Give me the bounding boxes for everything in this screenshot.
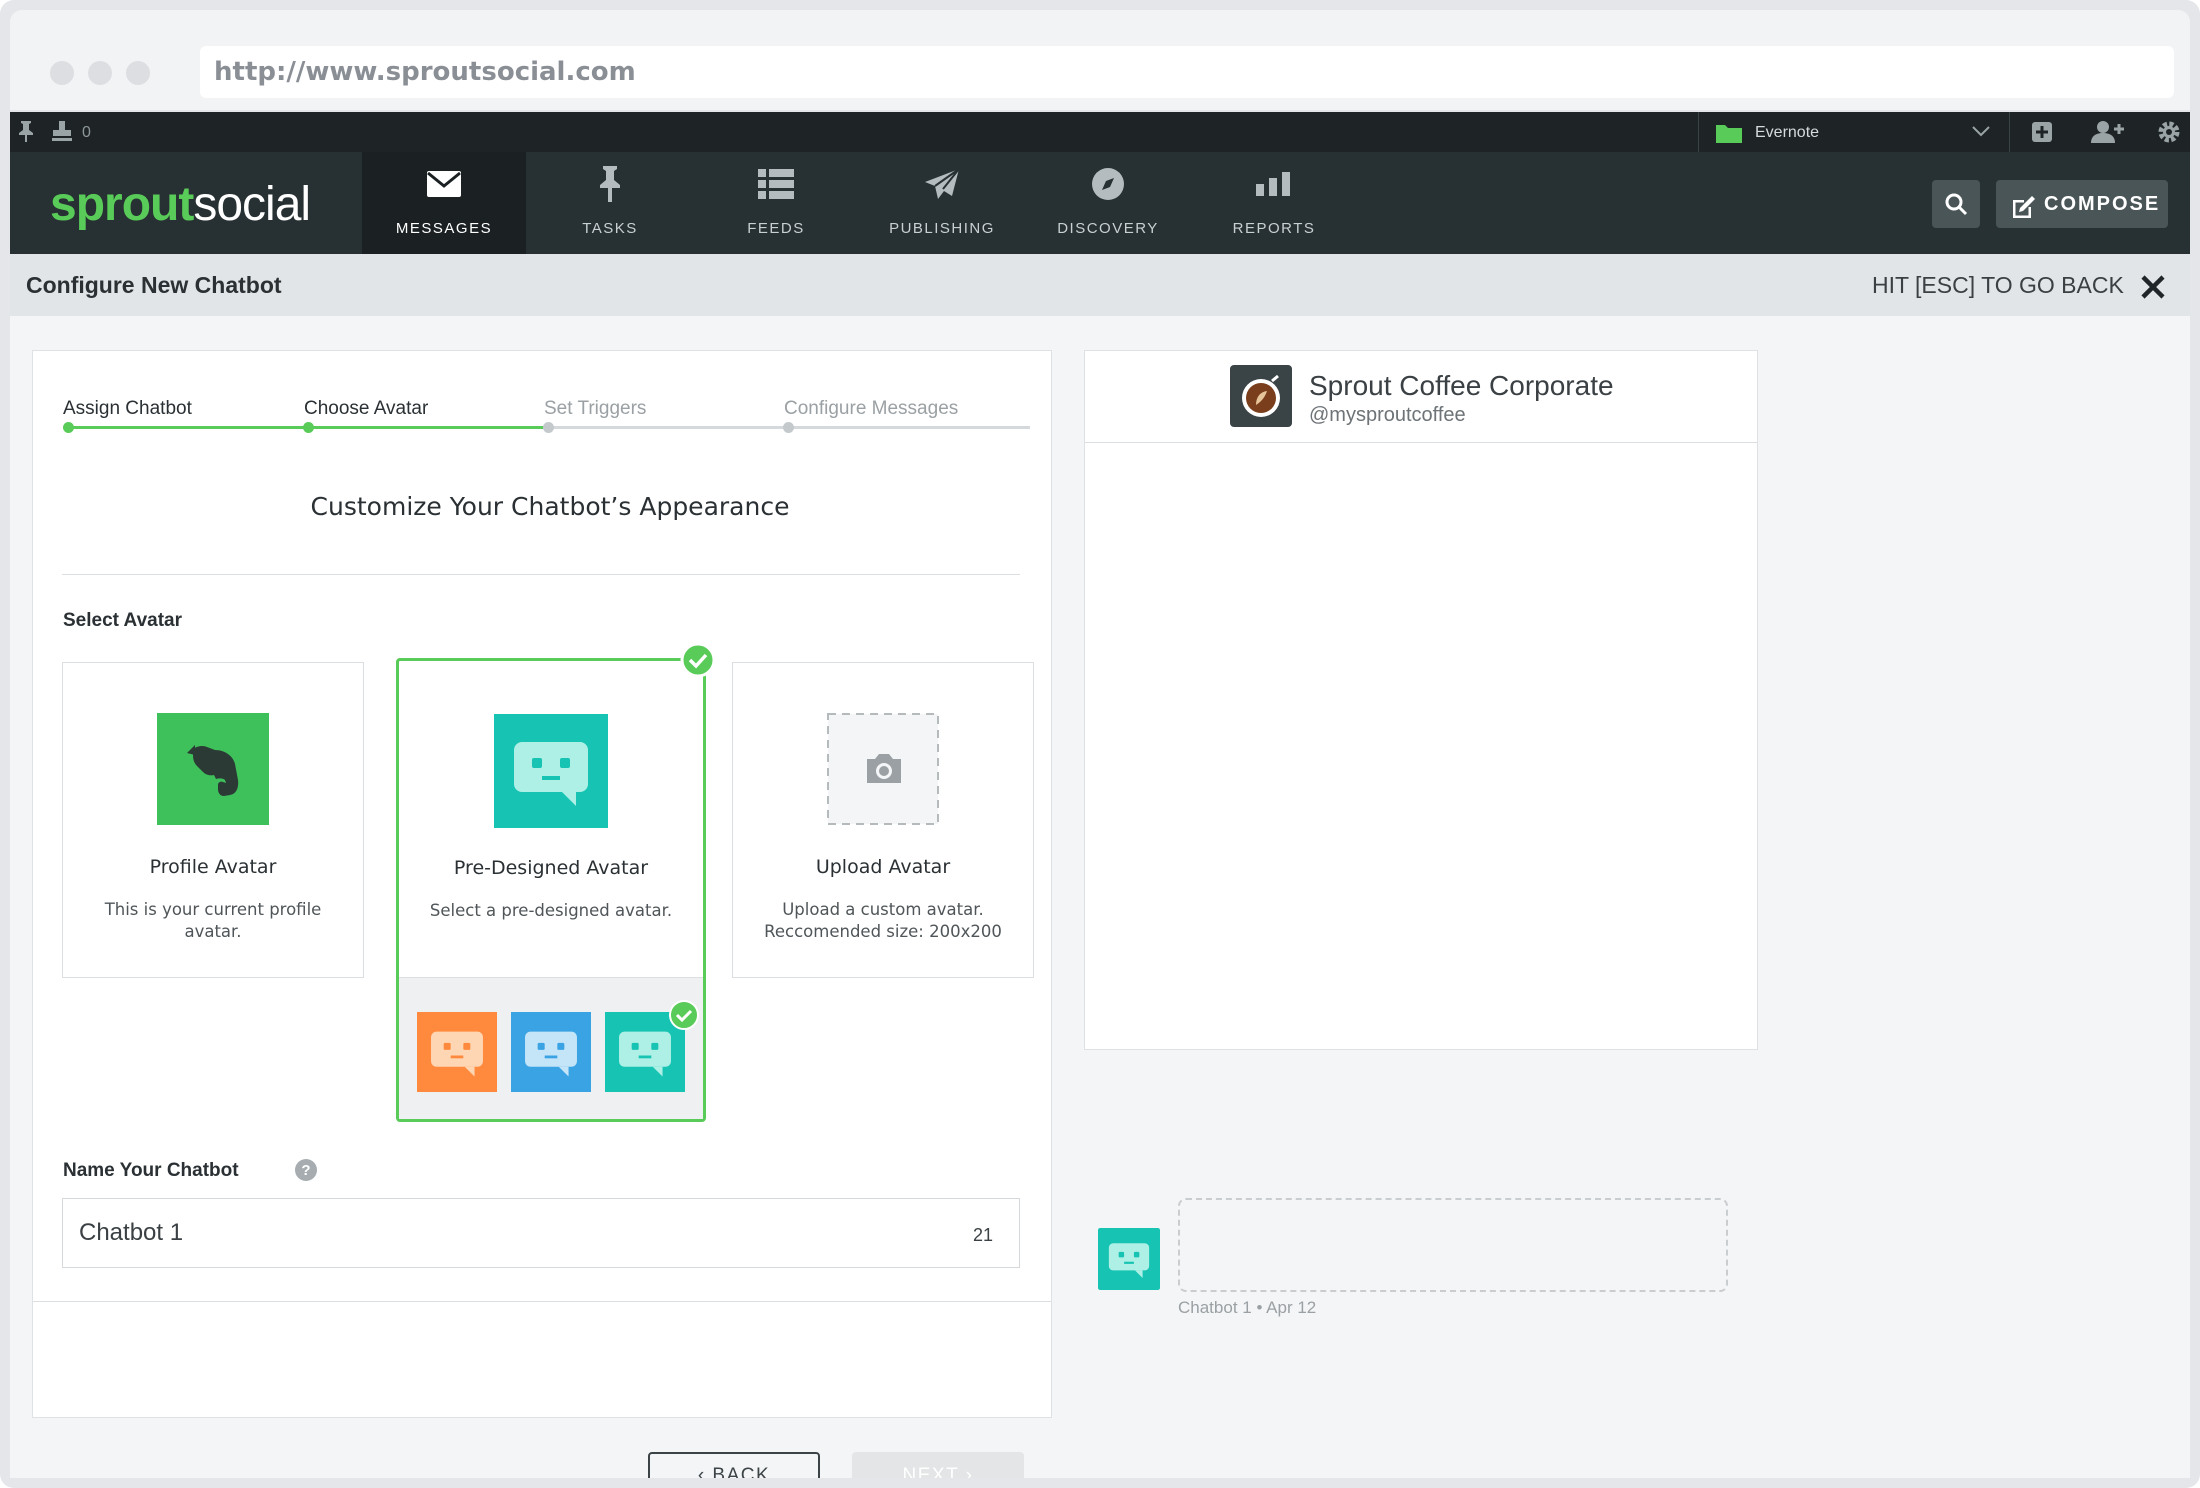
camera-icon[interactable] bbox=[827, 713, 939, 830]
main-nav: sproutsocial MESSAGES TASKS FEEDS PUBLIS… bbox=[10, 152, 2190, 254]
upload-avatar-title: Upload Avatar bbox=[815, 856, 951, 878]
nav-messages[interactable]: MESSAGES bbox=[362, 152, 526, 254]
logo-part-social: social bbox=[193, 178, 311, 231]
nav-reports[interactable]: REPORTS bbox=[1192, 152, 1356, 254]
profile-group-selector[interactable]: Evernote bbox=[1698, 112, 2010, 152]
logo-part-sprout: sprout bbox=[50, 178, 194, 231]
page-header: Configure New Chatbot HIT [ESC] TO GO BA… bbox=[10, 254, 2190, 316]
compose-button[interactable]: COMPOSE bbox=[1996, 180, 2168, 228]
app: 0 Evernote sproutsocial MESSAGES TASKS F… bbox=[10, 112, 2190, 1478]
add-profile-icon[interactable] bbox=[2030, 120, 2054, 149]
avatar-option-upload[interactable]: Upload Avatar Upload a custom avatar. Re… bbox=[732, 662, 1034, 978]
step-line-3 bbox=[548, 426, 788, 429]
window-close-dot[interactable] bbox=[50, 61, 74, 85]
back-button[interactable]: ‹ BACK bbox=[648, 1452, 820, 1478]
nav-feeds[interactable]: FEEDS bbox=[694, 152, 858, 254]
sprout-social-logo[interactable]: sproutsocial bbox=[50, 178, 311, 231]
profile-avatar-desc: This is your current profile avatar. bbox=[104, 900, 322, 941]
step-dot-1 bbox=[63, 422, 74, 433]
predesigned-avatar-title: Pre-Designed Avatar bbox=[453, 857, 649, 879]
step-line-1 bbox=[68, 426, 308, 429]
preview-header-divider bbox=[1085, 442, 1757, 443]
step-set-triggers: Set Triggers bbox=[544, 398, 647, 419]
help-icon[interactable]: ? bbox=[294, 1158, 318, 1187]
robot-blue-swatch[interactable] bbox=[511, 1012, 591, 1097]
task-count: 0 bbox=[82, 124, 91, 141]
divider bbox=[62, 574, 1020, 575]
paper-plane-icon bbox=[924, 167, 960, 205]
window-minimize-dot[interactable] bbox=[88, 61, 112, 85]
gear-icon[interactable] bbox=[2156, 119, 2182, 150]
svg-text:?: ? bbox=[301, 1162, 310, 1179]
search-button[interactable] bbox=[1932, 180, 1980, 228]
window-zoom-dot[interactable] bbox=[126, 61, 150, 85]
avatar-option-predesigned[interactable]: Pre-Designed Avatar Select a pre-designe… bbox=[396, 658, 706, 1122]
chatbot-name-input[interactable]: Chatbot 1 21 bbox=[62, 1198, 1020, 1268]
close-icon[interactable] bbox=[2140, 274, 2166, 305]
select-avatar-label: Select Avatar bbox=[63, 610, 182, 631]
profile-group-name: Evernote bbox=[1755, 124, 1820, 141]
nav-tasks[interactable]: TASKS bbox=[528, 152, 692, 254]
search-icon bbox=[1944, 192, 1968, 221]
chatbot-message-meta: Chatbot 1 • Apr 12 bbox=[1178, 1298, 1317, 1317]
avatar-swatch-tray bbox=[399, 977, 703, 1119]
compose-icon bbox=[2010, 191, 2036, 239]
robot-avatar-icon bbox=[494, 714, 608, 833]
pin-icon[interactable] bbox=[16, 120, 36, 147]
selected-check-icon bbox=[680, 642, 716, 683]
preview-handle: @mysproutcoffee bbox=[1309, 404, 1466, 426]
preview-card bbox=[1084, 350, 1758, 1050]
step-dot-2 bbox=[303, 422, 314, 433]
preview-account-name: Sprout Coffee Corporate bbox=[1309, 370, 1614, 401]
folder-icon bbox=[1715, 122, 1743, 149]
compose-label: COMPOSE bbox=[2044, 193, 2161, 215]
nav-feeds-label: FEEDS bbox=[747, 220, 805, 237]
esc-hint: HIT [ESC] TO GO BACK bbox=[1872, 272, 2124, 298]
char-counter: 21 bbox=[972, 1225, 993, 1245]
nav-messages-label: MESSAGES bbox=[395, 220, 493, 237]
chatbot-name-value: Chatbot 1 bbox=[79, 1219, 184, 1246]
list-icon bbox=[758, 168, 794, 204]
browser-chrome: http://www.sproutsocial.com bbox=[10, 10, 2190, 110]
step-dot-4 bbox=[783, 422, 794, 433]
step-assign-chatbot: Assign Chatbot bbox=[63, 398, 192, 419]
section-heading: Customize Your Chatbot’s Appearance bbox=[310, 492, 790, 521]
nav-discovery-label: DISCOVERY bbox=[1057, 220, 1159, 237]
swatch-check-icon bbox=[669, 1000, 699, 1035]
upload-avatar-desc: Upload a custom avatar. Reccomended size… bbox=[764, 900, 1002, 941]
chatbot-preview-avatar bbox=[1098, 1228, 1160, 1295]
nav-publishing[interactable]: PUBLISHING bbox=[860, 152, 1024, 254]
evernote-logo-icon bbox=[157, 713, 269, 830]
step-choose-avatar: Choose Avatar bbox=[304, 398, 429, 419]
nav-publishing-label: PUBLISHING bbox=[889, 220, 995, 237]
address-bar[interactable]: http://www.sproutsocial.com bbox=[200, 46, 2174, 98]
step-line-4 bbox=[788, 426, 1030, 429]
step-configure-messages: Configure Messages bbox=[784, 398, 959, 419]
chevron-down-icon bbox=[1971, 124, 1991, 143]
page-title: Configure New Chatbot bbox=[26, 272, 282, 298]
nav-tasks-label: TASKS bbox=[582, 220, 638, 237]
footer-divider bbox=[33, 1301, 1051, 1302]
add-user-icon[interactable] bbox=[2090, 120, 2124, 149]
pin-icon bbox=[596, 165, 624, 208]
coffee-account-avatar bbox=[1230, 365, 1292, 432]
nav-reports-label: REPORTS bbox=[1232, 220, 1316, 237]
step-line-2 bbox=[308, 426, 548, 429]
envelope-icon bbox=[426, 170, 462, 203]
next-button[interactable]: NEXT › bbox=[852, 1452, 1024, 1478]
top-strip: 0 Evernote bbox=[10, 112, 2190, 152]
chatbot-message-placeholder bbox=[1178, 1198, 1728, 1292]
compass-icon bbox=[1091, 167, 1125, 206]
step-dot-3 bbox=[543, 422, 554, 433]
nav-discovery[interactable]: DISCOVERY bbox=[1026, 152, 1190, 254]
profile-avatar-title: Profile Avatar bbox=[149, 856, 277, 878]
predesigned-avatar-desc: Select a pre-designed avatar. bbox=[429, 901, 673, 920]
stamp-icon[interactable] bbox=[50, 120, 74, 147]
robot-orange-swatch[interactable] bbox=[417, 1012, 497, 1097]
name-chatbot-label: Name Your Chatbot bbox=[63, 1160, 239, 1181]
avatar-option-profile[interactable]: Profile Avatar This is your current prof… bbox=[62, 662, 364, 978]
bar-chart-icon bbox=[1256, 171, 1292, 201]
